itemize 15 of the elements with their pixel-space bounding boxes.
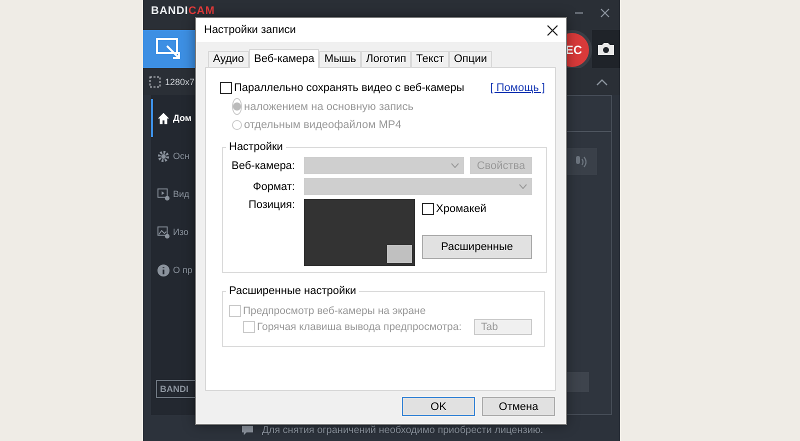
license-notice: Для снятия ограничений необходимо приобрести лицензию. — [262, 425, 544, 436]
resolution-text: 1280x7 — [165, 76, 195, 86]
group-title: Настройки — [228, 141, 284, 153]
checkbox-label: Хромакей — [436, 203, 486, 215]
field-label: Веб-камера: — [230, 160, 295, 172]
group-title: Расширенные настройки — [228, 285, 358, 297]
radio-label: отдельным видеофайлом MP4 — [244, 119, 402, 131]
field-label: Позиция: — [247, 199, 295, 211]
app-logo: BANDICAM — [151, 5, 215, 17]
radio-label: наложением на основную запись — [244, 100, 414, 112]
checkbox-label: Параллельно сохранять видео с веб-камеры — [234, 82, 464, 94]
checkbox-label: Горячая клавиша вывода предпросмотра: — [257, 321, 462, 333]
checkbox-label: Предпросмотр веб-камеры на экране — [243, 305, 426, 317]
field-label: Формат: — [252, 180, 295, 192]
dialog-title: Настройки записи — [204, 24, 296, 36]
